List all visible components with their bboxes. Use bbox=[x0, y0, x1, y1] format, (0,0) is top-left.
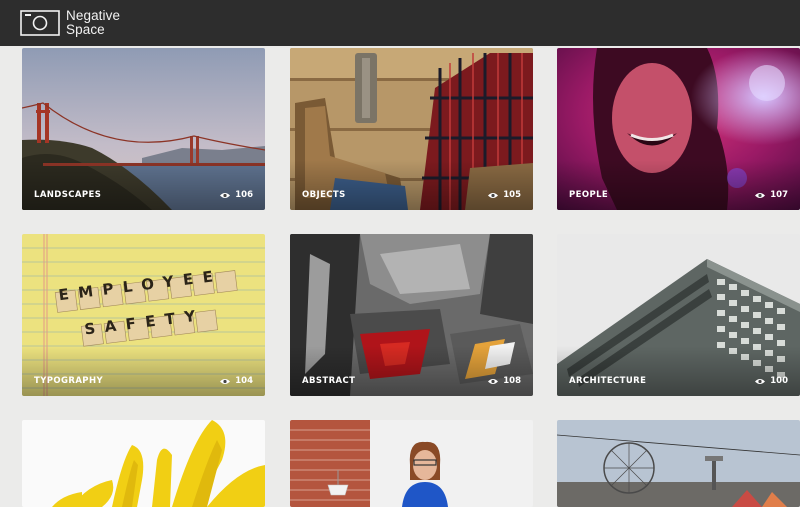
tile-category-label: ABSTRACT bbox=[302, 376, 356, 386]
brand-name: Negative Space bbox=[66, 9, 120, 37]
eye-icon bbox=[488, 378, 499, 384]
tile-category-label: ARCHITECTURE bbox=[569, 376, 647, 386]
tile-category-label: OBJECTS bbox=[302, 190, 346, 200]
category-tile-typography[interactable]: EMPLOYEE SAFETY TYPOGRAPHY 104 bbox=[22, 234, 265, 396]
category-tile-landscapes[interactable]: LANDSCAPES 106 bbox=[22, 48, 265, 210]
tile-category-label: TYPOGRAPHY bbox=[34, 376, 104, 386]
category-tile-partial-flower[interactable] bbox=[22, 420, 265, 507]
category-tile-abstract[interactable]: ABSTRACT 108 bbox=[290, 234, 533, 396]
tile-view-count: 108 bbox=[488, 376, 521, 386]
tile-view-count: 104 bbox=[220, 376, 253, 386]
eye-icon bbox=[755, 192, 766, 198]
brand-logo[interactable]: Negative Space bbox=[20, 9, 120, 37]
brand-name-line1: Negative bbox=[66, 8, 121, 23]
category-tile-architecture[interactable]: ARCHITECTURE 100 bbox=[557, 234, 800, 396]
view-count-value: 107 bbox=[770, 190, 788, 200]
view-count-value: 108 bbox=[503, 376, 521, 386]
fairground-photo bbox=[557, 420, 800, 507]
tile-category-label: PEOPLE bbox=[569, 190, 609, 200]
tile-category-label: LANDSCAPES bbox=[34, 190, 102, 200]
tile-view-count: 100 bbox=[755, 376, 788, 386]
brand-name-line2: Space bbox=[66, 22, 105, 37]
eye-icon bbox=[220, 192, 231, 198]
flower-photo bbox=[22, 420, 265, 507]
view-count-value: 104 bbox=[235, 376, 253, 386]
category-tile-objects[interactable]: OBJECTS 105 bbox=[290, 48, 533, 210]
eye-icon bbox=[220, 378, 231, 384]
eye-icon bbox=[488, 192, 499, 198]
tile-view-count: 105 bbox=[488, 190, 521, 200]
category-tile-people[interactable]: PEOPLE 107 bbox=[557, 48, 800, 210]
view-count-value: 105 bbox=[503, 190, 521, 200]
eye-icon bbox=[755, 378, 766, 384]
view-count-value: 106 bbox=[235, 190, 253, 200]
camera-frame-icon bbox=[20, 10, 60, 36]
category-tile-partial-ferris-wheel[interactable] bbox=[557, 420, 800, 507]
tile-view-count: 106 bbox=[220, 190, 253, 200]
view-count-value: 100 bbox=[770, 376, 788, 386]
office-photo bbox=[290, 420, 533, 507]
tile-view-count: 107 bbox=[755, 190, 788, 200]
category-tile-partial-office[interactable] bbox=[290, 420, 533, 507]
top-bar: Negative Space bbox=[0, 0, 800, 46]
